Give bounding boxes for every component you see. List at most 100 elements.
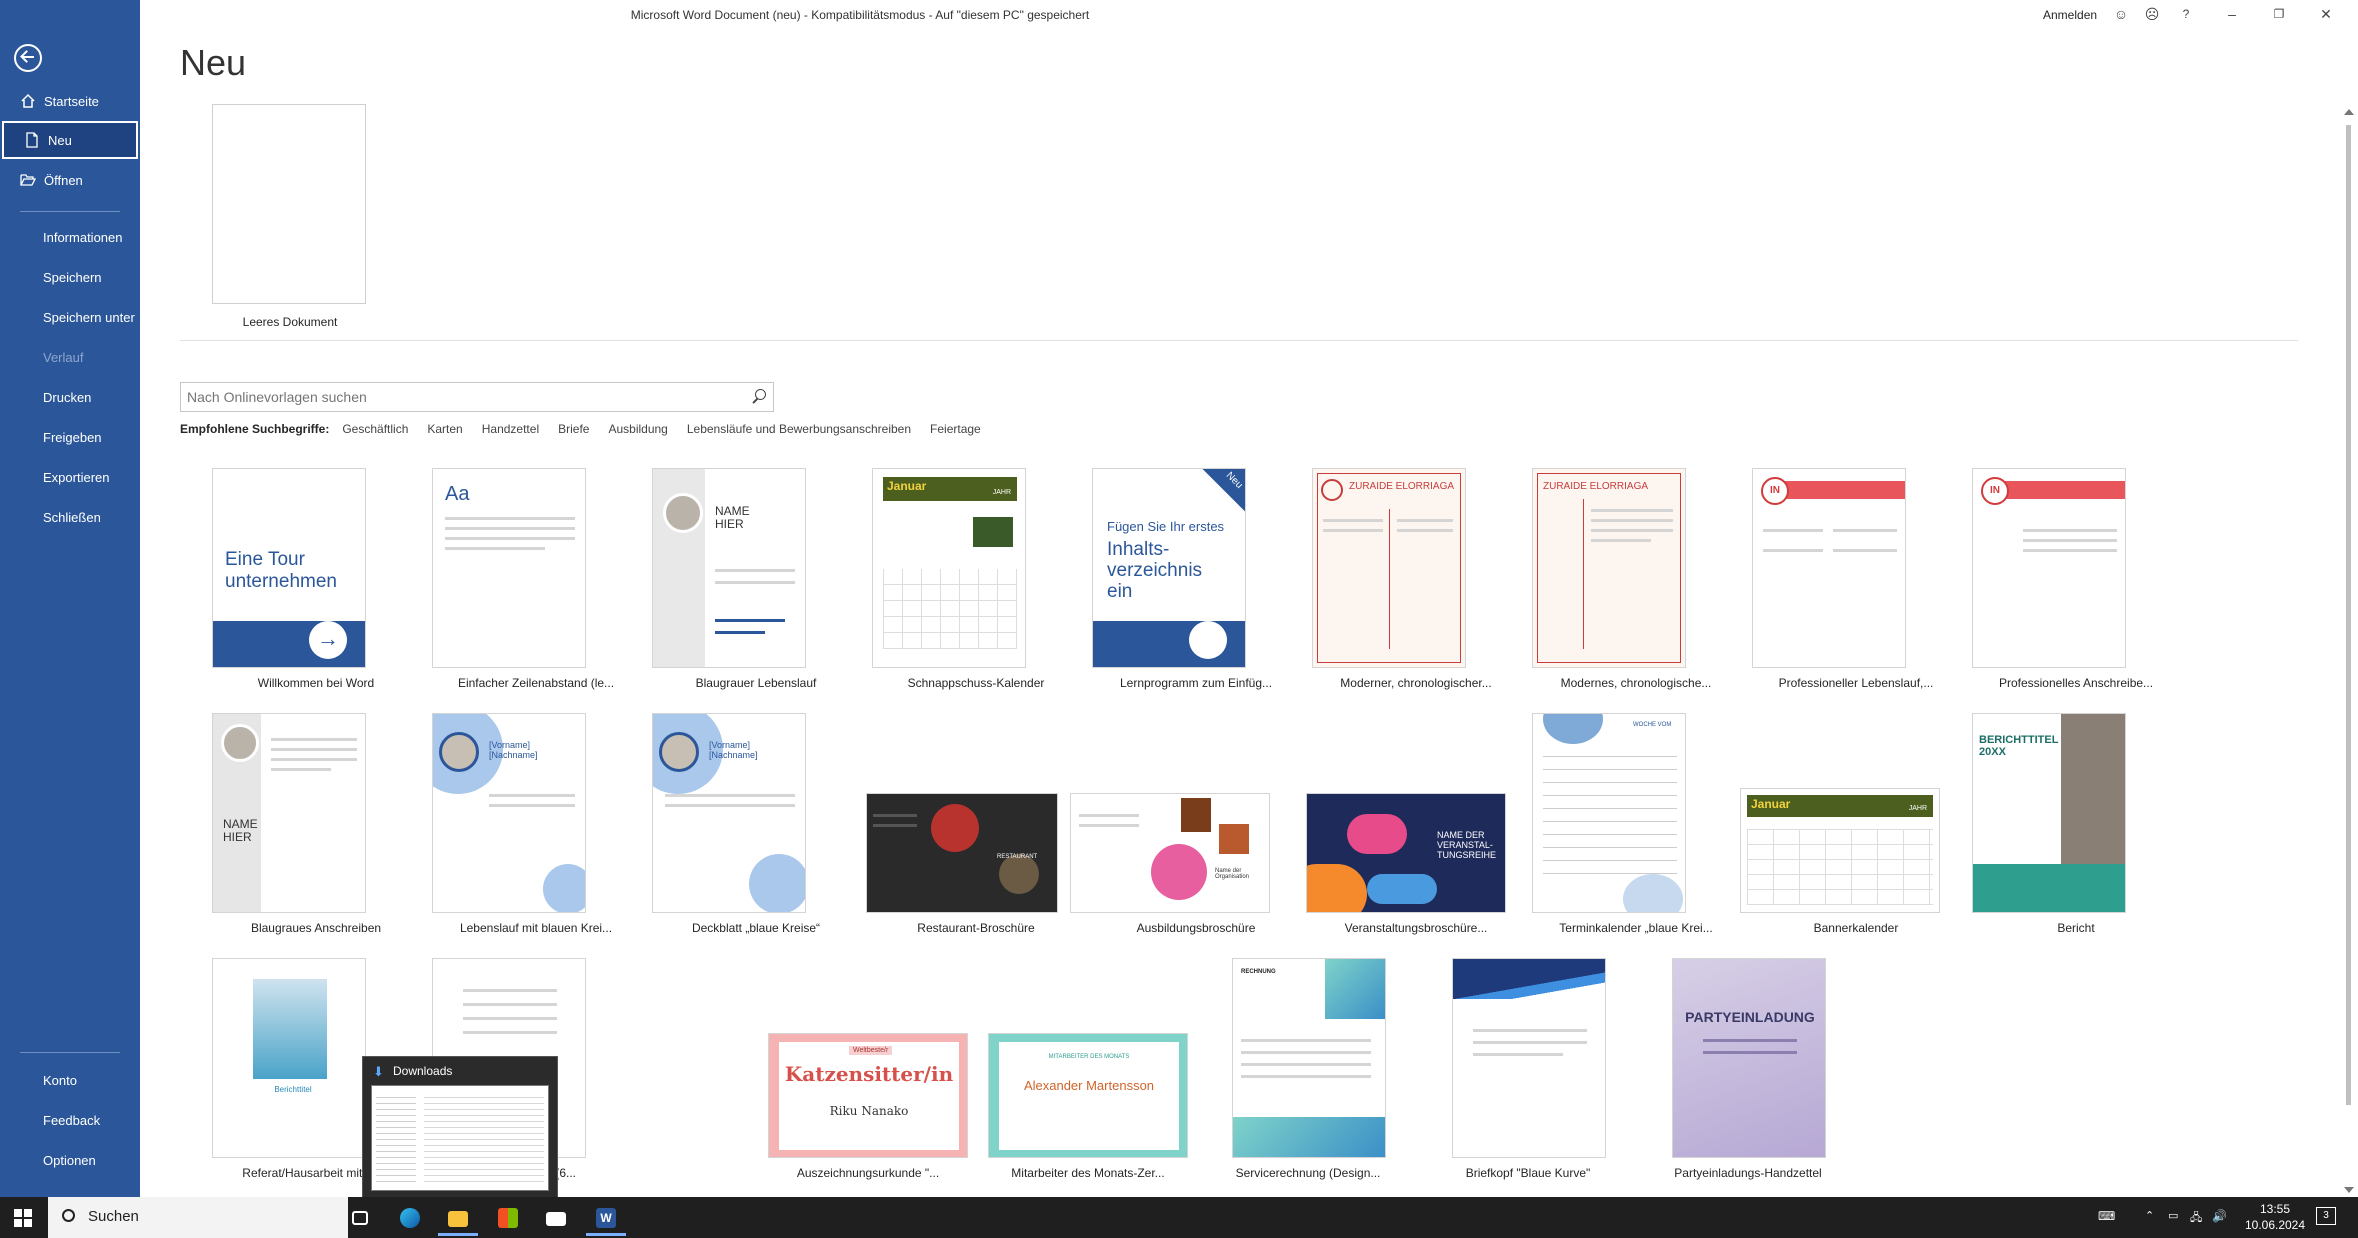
template-search-input[interactable] <box>181 383 741 411</box>
nav-optionen[interactable]: Optionen <box>0 1141 140 1179</box>
title-bar: Microsoft Word Document (neu) - Kompatib… <box>140 0 2358 30</box>
network-icon[interactable]: 🖧 <box>2190 1209 2202 1228</box>
template-thumbnail[interactable]: Berichttitel <box>212 958 366 1158</box>
windows-start-icon[interactable] <box>14 1209 32 1227</box>
template-thumbnail[interactable]: Januar JAHR <box>872 468 1026 668</box>
nav-exportieren[interactable]: Exportieren <box>0 458 140 496</box>
close-icon[interactable]: ✕ <box>2318 6 2334 22</box>
nav-label: Verlauf <box>43 349 84 365</box>
taskbar-clock[interactable]: 13:55 10.06.2024 <box>2240 1201 2310 1233</box>
smiley-sad-icon[interactable]: ☹ <box>2144 6 2160 22</box>
volume-icon[interactable]: 🔊 <box>2212 1209 2227 1223</box>
smiley-happy-icon[interactable]: ☺ <box>2113 6 2129 22</box>
nav-label: Speichern unter <box>43 309 135 325</box>
template-thumb-text: IN <box>1761 477 1789 505</box>
template-thumbnail[interactable]: Aa <box>432 468 586 668</box>
template-thumbnail[interactable]: PARTYEINLADUNG <box>1672 958 1826 1158</box>
template-thumbnail[interactable]: WOCHE VOM <box>1532 713 1686 913</box>
vertical-scrollbar[interactable] <box>2340 105 2358 1197</box>
downloads-preview-popup[interactable]: ⬇ Downloads <box>362 1056 558 1198</box>
suggested-term[interactable]: Lebensläufe und Bewerbungsanschreiben <box>687 422 911 436</box>
suggested-term[interactable]: Feiertage <box>930 422 981 436</box>
template-thumb-text: BERICHTTITEL 20XX <box>1979 734 2059 758</box>
search-icon[interactable] <box>751 388 769 406</box>
file-explorer-icon[interactable] <box>438 1201 478 1236</box>
template-label: Willkommen bei Word <box>257 676 375 690</box>
template-thumb-text: Alexander Martensson <box>1023 1078 1155 1093</box>
download-arrow-icon: ⬇ <box>373 1064 384 1079</box>
template-thumbnail[interactable]: RESTAURANT <box>866 793 1058 913</box>
template-thumbnail[interactable]: NAME DER VERANSTAL-TUNGSREIHE <box>1306 793 1506 913</box>
taskbar-search-label: Suchen <box>88 1208 139 1225</box>
nav-startseite[interactable]: Startseite <box>0 82 140 120</box>
template-label: Schnappschuss-Kalender <box>907 676 1045 690</box>
clock-time: 13:55 <box>2259 1202 2291 1216</box>
template-thumbnail[interactable]: ZURAIDE ELORRIAGA <box>1532 468 1686 668</box>
scroll-down-icon[interactable] <box>2344 1187 2354 1193</box>
template-thumbnail[interactable]: [Vorname] [Nachname] <box>652 713 806 913</box>
template-thumbnail[interactable]: NAME HIER <box>212 713 366 913</box>
notification-icon[interactable]: 3 <box>2316 1207 2336 1225</box>
template-thumbnail[interactable]: BERICHTTITEL 20XX <box>1972 713 2126 913</box>
keyboard-icon[interactable]: ⌨ <box>2098 1209 2115 1223</box>
restore-icon[interactable]: ❐ <box>2271 6 2287 22</box>
task-view-icon[interactable] <box>340 1201 380 1236</box>
suggested-term[interactable]: Ausbildung <box>608 422 667 436</box>
nav-informationen[interactable]: Informationen <box>0 218 140 256</box>
word-backstage: Startseite Neu Öffnen Informationen Spei… <box>0 0 2358 1238</box>
sidebar-divider <box>20 1052 120 1053</box>
scroll-up-icon[interactable] <box>2344 109 2354 115</box>
section-divider <box>180 340 2298 341</box>
taskbar-search-box[interactable]: Suchen <box>48 1197 348 1238</box>
edge-browser-icon[interactable] <box>390 1201 430 1236</box>
nav-feedback[interactable]: Feedback <box>0 1101 140 1139</box>
template-thumbnail[interactable]: Eine Tour unternehmen → <box>212 468 366 668</box>
template-thumbnail[interactable]: Weltbeste/r Katzensitter/in Riku Nanako <box>768 1033 968 1158</box>
word-app-icon[interactable]: W <box>586 1201 626 1236</box>
suggested-term[interactable]: Briefe <box>558 422 589 436</box>
suggested-term[interactable]: Karten <box>427 422 462 436</box>
nav-freigeben[interactable]: Freigeben <box>0 418 140 456</box>
nav-neu[interactable]: Neu <box>2 121 138 159</box>
template-thumbnail[interactable]: Neu Fügen Sie Ihr erstes Inhalts-verzeic… <box>1092 468 1246 668</box>
template-label: Blaugraues Anschreiben <box>250 921 382 935</box>
nav-speichern-unter[interactable]: Speichern unter <box>0 298 140 336</box>
template-thumbnail[interactable]: Name der Organisation <box>1070 793 1270 913</box>
template-label: Veranstaltungsbroschüre... <box>1344 921 1488 935</box>
explorer-window-preview[interactable] <box>371 1085 549 1191</box>
minimize-icon[interactable]: – <box>2224 6 2240 22</box>
microsoft-store-icon[interactable] <box>488 1201 528 1236</box>
nav-drucken[interactable]: Drucken <box>0 378 140 416</box>
template-thumbnail[interactable]: NAME HIER <box>652 468 806 668</box>
help-icon[interactable]: ? <box>2178 6 2194 22</box>
signin-link[interactable]: Anmelden <box>2043 8 2097 22</box>
template-label: Lebenslauf mit blauen Krei... <box>459 921 613 935</box>
template-thumbnail[interactable]: Januar JAHR <box>1740 788 1940 913</box>
back-arrow-icon[interactable] <box>14 44 42 72</box>
folder-open-icon <box>20 172 37 188</box>
scrollbar-thumb[interactable] <box>2346 125 2351 1105</box>
template-thumbnail[interactable]: IN <box>1972 468 2126 668</box>
meet-icon[interactable]: ▭ <box>2168 1209 2178 1222</box>
nav-schliessen[interactable]: Schließen <box>0 498 140 536</box>
template-thumb-text: Eine Tour unternehmen <box>225 549 337 592</box>
mail-icon[interactable] <box>536 1201 576 1236</box>
suggested-term[interactable]: Handzettel <box>482 422 539 436</box>
tray-chevron-icon[interactable]: ⌃ <box>2145 1209 2154 1222</box>
page-title: Neu <box>180 42 247 83</box>
template-thumb-text: PARTYEINLADUNG <box>1685 1009 1815 1025</box>
template-thumb-text: NAME HIER <box>715 504 750 531</box>
template-thumb-text: IN <box>1981 477 2009 505</box>
template-thumbnail[interactable]: ZURAIDE ELORRIAGA <box>1312 468 1466 668</box>
template-thumbnail[interactable]: RECHNUNG <box>1232 958 1386 1158</box>
blank-document-thumbnail[interactable] <box>212 104 366 304</box>
nav-oeffnen[interactable]: Öffnen <box>0 161 140 199</box>
template-thumbnail[interactable]: IN <box>1752 468 1906 668</box>
suggested-term[interactable]: Geschäftlich <box>342 422 408 436</box>
template-thumbnail[interactable] <box>1452 958 1606 1158</box>
template-thumbnail[interactable]: [Vorname] [Nachname] <box>432 713 586 913</box>
nav-konto[interactable]: Konto <box>0 1061 140 1099</box>
template-label: Partyeinladungs-Handzettel <box>1674 1166 1822 1180</box>
template-thumbnail[interactable]: MITARBEITER DES MONATS Alexander Martens… <box>988 1033 1188 1158</box>
nav-speichern[interactable]: Speichern <box>0 258 140 296</box>
